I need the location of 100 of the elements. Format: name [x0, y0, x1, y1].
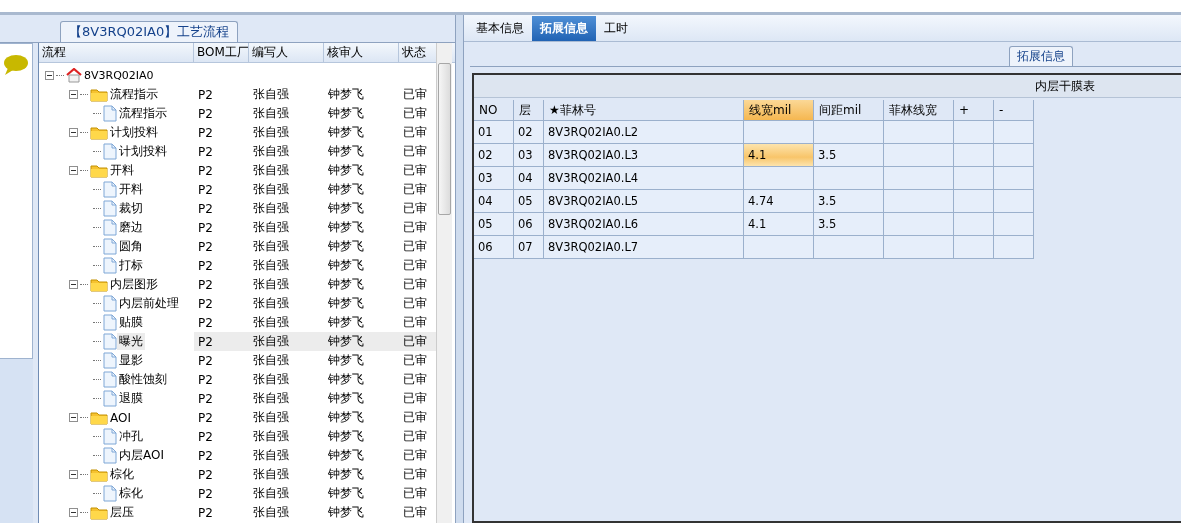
table-cell	[994, 190, 1034, 213]
tree-node[interactable]: 内层图形	[108, 276, 160, 293]
table-cell: 05	[514, 190, 544, 213]
tree-node[interactable]: 贴膜	[117, 314, 145, 331]
table-cell	[884, 236, 954, 259]
column-header[interactable]: 线宽mil	[744, 100, 814, 121]
tree-node[interactable]: 开料	[108, 162, 136, 179]
table-cell-text: 已审	[402, 86, 428, 103]
table-cell	[884, 167, 954, 190]
group-title: 拓展信息	[1009, 46, 1073, 66]
table-cell: 03	[474, 167, 514, 190]
tree-node[interactable]: 流程指示	[108, 86, 160, 103]
tree-node[interactable]: 曝光	[117, 333, 145, 350]
collapse-toggle[interactable]	[69, 128, 78, 137]
scrollbar[interactable]	[436, 43, 452, 523]
tab[interactable]: 工时	[596, 16, 636, 41]
table-cell-text: P2	[197, 295, 214, 313]
collapse-toggle[interactable]	[69, 90, 78, 99]
tree-node[interactable]: 棕化	[108, 466, 136, 483]
folder-icon	[90, 87, 108, 102]
table-cell-text: P2	[197, 143, 214, 161]
column-header[interactable]: ★菲林号	[544, 100, 744, 121]
tree-node[interactable]: 裁切	[117, 200, 145, 217]
collapse-toggle[interactable]	[45, 71, 54, 80]
tree-node[interactable]: 流程指示	[117, 105, 169, 122]
table-cell-text: 已审	[402, 409, 428, 426]
table-cell-text: 钟梦飞	[327, 238, 365, 255]
table-cell-text: P2	[197, 352, 214, 370]
table-cell-text: P2	[197, 181, 214, 199]
table-cell-text: 已审	[402, 124, 428, 141]
column-header[interactable]: 核审人	[324, 43, 399, 62]
table-cell-text: P2	[197, 257, 214, 275]
tab[interactable]: 基本信息	[468, 16, 532, 41]
table-cell: 8V3RQ02IA0.L7	[544, 236, 744, 259]
table-cell-text: 钟梦飞	[327, 428, 365, 445]
document-icon	[103, 314, 117, 331]
table-cell-text: 已审	[402, 219, 428, 236]
column-header[interactable]: BOM工厂	[194, 43, 249, 62]
document-icon	[103, 352, 117, 369]
tree-node[interactable]: 棕化	[117, 485, 145, 502]
tree-node[interactable]: AOI	[108, 410, 133, 425]
collapse-toggle[interactable]	[69, 280, 78, 289]
collapse-toggle[interactable]	[69, 413, 78, 422]
folder-icon	[90, 505, 108, 520]
table-cell-text: 已审	[402, 390, 428, 407]
table-cell: 02	[474, 144, 514, 167]
table-cell: P2	[194, 332, 249, 351]
tree-node[interactable]: 计划投料	[117, 143, 169, 160]
tree-node[interactable]: 打标	[117, 257, 145, 274]
document-icon	[103, 485, 117, 502]
tab[interactable]: 拓展信息	[532, 16, 596, 41]
tree-node[interactable]: 磨边	[117, 219, 145, 236]
column-header[interactable]: 流程	[39, 43, 194, 62]
column-header[interactable]: 层	[514, 100, 544, 121]
table-cell-text: 已审	[402, 466, 428, 483]
table-cell	[994, 144, 1034, 167]
tree-node[interactable]: 显影	[117, 352, 145, 369]
table-cell-text: 已审	[402, 295, 428, 312]
tree-node[interactable]: 圆角	[117, 238, 145, 255]
tree-node[interactable]: 开料	[117, 181, 145, 198]
collapse-toggle[interactable]	[69, 166, 78, 175]
column-header[interactable]: NO	[474, 100, 514, 121]
house-icon	[66, 68, 82, 83]
column-header[interactable]: 编写人	[249, 43, 324, 62]
table-cell-text: P2	[197, 428, 214, 446]
folder-icon	[90, 125, 108, 140]
tree-node[interactable]: 8V3RQ02IA0	[82, 69, 156, 82]
tree-node[interactable]: 酸性蚀刻	[117, 371, 169, 388]
table-cell: 3.5	[814, 190, 884, 213]
table-cell: 8V3RQ02IA0.L3	[544, 144, 744, 167]
table-cell-text: 钟梦飞	[327, 181, 365, 198]
table-cell-text: 已审	[402, 276, 428, 293]
table-cell	[994, 167, 1034, 190]
table-cell-text: 张自强	[252, 143, 290, 160]
column-header[interactable]: 菲林线宽	[884, 100, 954, 121]
column-header[interactable]: -	[994, 100, 1034, 121]
tree-node[interactable]: 冲孔	[117, 428, 145, 445]
table-cell: 已审	[399, 332, 439, 351]
collapse-toggle[interactable]	[69, 470, 78, 479]
speech-bubble-icon	[3, 54, 29, 76]
table-cell-text: 钟梦飞	[327, 371, 365, 388]
table-cell-text: 钟梦飞	[327, 504, 365, 521]
tree-node[interactable]: 内层前处理	[117, 295, 181, 312]
table-cell	[954, 167, 994, 190]
table-cell-text: 张自强	[252, 162, 290, 179]
folder-icon	[90, 277, 108, 292]
table-cell-text: P2	[197, 409, 214, 427]
table-cell-text: 张自强	[252, 409, 290, 426]
table-cell: 8V3RQ02IA0.L2	[544, 121, 744, 144]
table-cell: 3.5	[814, 213, 884, 236]
table-cell-text: P2	[197, 124, 214, 142]
tree-node[interactable]: 层压	[108, 504, 136, 521]
tree-node[interactable]: 退膜	[117, 390, 145, 407]
column-header[interactable]: 间距mil	[814, 100, 884, 121]
column-header[interactable]: +	[954, 100, 994, 121]
tree-node[interactable]: 内层AOI	[117, 447, 166, 464]
table-cell-text: 张自强	[252, 200, 290, 217]
collapse-toggle[interactable]	[69, 508, 78, 517]
tree-node[interactable]: 计划投料	[108, 124, 160, 141]
table-cell: 张自强	[249, 332, 324, 351]
